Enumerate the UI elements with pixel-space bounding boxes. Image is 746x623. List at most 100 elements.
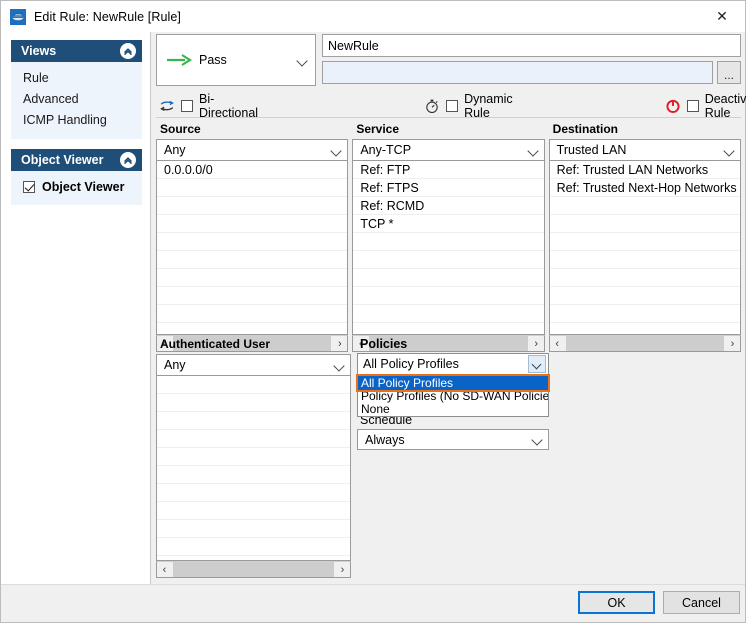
policies-schedule-column: Policies All Policy Profiles All Policy …	[355, 337, 741, 578]
list-item[interactable]	[157, 376, 350, 394]
list-item[interactable]: Ref: Trusted LAN Networks	[549, 161, 740, 179]
sidebar-item-icmp-handling[interactable]: ICMP Handling	[11, 110, 142, 131]
window-title: Edit Rule: NewRule [Rule]	[34, 9, 182, 24]
chevron-down-icon[interactable]	[528, 355, 546, 373]
list-item[interactable]: Ref: RCMD	[353, 197, 544, 215]
list-item[interactable]	[549, 197, 740, 215]
list-item[interactable]	[157, 520, 350, 538]
service-select[interactable]: Any-TCP	[352, 139, 545, 161]
list-item[interactable]: 0.0.0.0/0	[157, 161, 348, 179]
close-icon[interactable]: ✕	[699, 1, 745, 32]
object-viewer-checkbox[interactable]	[23, 181, 35, 193]
list-item[interactable]	[353, 269, 544, 287]
rule-name-input[interactable]: NewRule	[322, 34, 741, 57]
dialog-footer: OK Cancel	[1, 584, 745, 622]
scroll-left-icon[interactable]: ‹	[157, 562, 172, 577]
deactivate-rule-group[interactable]: Deactivate Rule	[665, 92, 746, 120]
list-item[interactable]	[353, 287, 544, 305]
list-item[interactable]	[157, 287, 348, 305]
sidebar-item-advanced[interactable]: Advanced	[11, 89, 142, 110]
dynamic-rule-checkbox[interactable]	[446, 99, 459, 112]
list-item[interactable]	[353, 251, 544, 269]
list-item[interactable]	[549, 305, 740, 323]
chevron-down-icon[interactable]	[531, 433, 544, 446]
list-item[interactable]	[157, 305, 348, 323]
service-listbox[interactable]: Ref: FTP Ref: FTPS Ref: RCMD TCP *	[352, 161, 545, 335]
object-viewer-checkbox-row[interactable]: Object Viewer	[11, 177, 142, 197]
dynamic-rule-label: Dynamic Rule	[464, 91, 513, 120]
deactivate-rule-checkbox[interactable]	[686, 99, 699, 112]
chevron-down-icon[interactable]	[333, 359, 346, 372]
list-item[interactable]	[157, 197, 348, 215]
list-item[interactable]	[157, 269, 348, 287]
source-select-value: Any	[164, 143, 186, 157]
chevron-up-icon[interactable]	[120, 152, 136, 168]
schedule-block: Schedule Always	[357, 413, 741, 450]
service-column: Service Any-TCP Ref: FTP Ref: FTPS Ref: …	[352, 122, 545, 352]
policies-select[interactable]: All Policy Profiles	[357, 353, 549, 375]
list-item[interactable]	[549, 287, 740, 305]
list-item[interactable]	[157, 233, 348, 251]
deactivate-rule-label: Deactivate Rule	[704, 91, 746, 120]
schedule-select[interactable]: Always	[357, 429, 549, 450]
cancel-button[interactable]: Cancel	[663, 591, 740, 614]
pane-object-viewer-header[interactable]: Object Viewer	[11, 149, 142, 171]
list-item[interactable]	[157, 466, 350, 484]
destination-select-value: Trusted LAN	[556, 143, 627, 157]
list-item[interactable]: Ref: FTPS	[353, 179, 544, 197]
list-item[interactable]	[157, 538, 350, 556]
pane-views-header[interactable]: Views	[11, 40, 142, 62]
list-item[interactable]	[549, 215, 740, 233]
authenticated-user-listbox[interactable]	[156, 376, 351, 561]
bi-directional-checkbox[interactable]	[181, 99, 193, 112]
authenticated-user-hscrollbar[interactable]: ‹ ›	[156, 561, 351, 578]
browse-button[interactable]: ...	[717, 61, 741, 84]
pane-views-body: Rule Advanced ICMP Handling	[11, 62, 142, 139]
list-item[interactable]	[157, 430, 350, 448]
destination-select[interactable]: Trusted LAN	[548, 139, 741, 161]
list-item[interactable]	[157, 502, 350, 520]
source-listbox[interactable]: 0.0.0.0/0	[156, 161, 349, 335]
list-item[interactable]	[157, 251, 348, 269]
list-item[interactable]	[157, 394, 350, 412]
green-right-arrow-icon	[166, 53, 193, 67]
list-item[interactable]	[157, 448, 350, 466]
destination-listbox[interactable]: Ref: Trusted LAN Networks Ref: Trusted N…	[548, 161, 741, 335]
dialog-content: Views Rule Advanced ICMP Handling Object…	[1, 32, 746, 584]
list-item[interactable]	[157, 215, 348, 233]
dropdown-option-none[interactable]: None	[358, 403, 548, 416]
list-item[interactable]: Ref: FTP	[353, 161, 544, 179]
dropdown-option-policy-profiles-no-sdwan[interactable]: Policy Profiles (No SD-WAN Policies)	[358, 390, 548, 403]
list-item[interactable]	[549, 251, 740, 269]
chevron-down-icon[interactable]	[723, 144, 736, 157]
list-item[interactable]: TCP *	[353, 215, 544, 233]
chevron-down-icon[interactable]	[296, 54, 309, 67]
pane-object-viewer: Object Viewer Object Viewer	[11, 149, 142, 205]
chevron-up-icon[interactable]	[120, 43, 136, 59]
scroll-thumb[interactable]	[173, 562, 334, 577]
bi-directional-group[interactable]: Bi-Directional	[159, 92, 258, 120]
scroll-right-icon[interactable]: ›	[335, 562, 350, 577]
ok-button[interactable]: OK	[578, 591, 655, 614]
list-item[interactable]	[157, 412, 350, 430]
list-item[interactable]	[157, 484, 350, 502]
policies-dropdown-list[interactable]: All Policy Profiles Policy Profiles (No …	[356, 374, 550, 417]
chevron-down-icon[interactable]	[330, 144, 343, 157]
list-item[interactable]	[157, 179, 348, 197]
bi-directional-label: Bi-Directional	[199, 91, 259, 120]
destination-column: Destination Trusted LAN Ref: Trusted LAN…	[548, 122, 741, 352]
authenticated-user-select[interactable]: Any	[156, 354, 351, 376]
chevron-down-icon[interactable]	[527, 144, 540, 157]
dropdown-option-all-policy-profiles[interactable]: All Policy Profiles	[356, 374, 550, 392]
rule-description-input[interactable]	[322, 61, 713, 84]
list-item[interactable]	[549, 233, 740, 251]
dynamic-rule-group[interactable]: Dynamic Rule	[424, 92, 513, 120]
source-select[interactable]: Any	[156, 139, 349, 161]
rule-action-select[interactable]: Pass	[156, 34, 316, 86]
list-item[interactable]: Ref: Trusted Next-Hop Networks	[549, 179, 740, 197]
list-item[interactable]	[549, 269, 740, 287]
list-item[interactable]	[353, 233, 544, 251]
authenticated-user-title: Authenticated User	[160, 337, 271, 351]
list-item[interactable]	[353, 305, 544, 323]
sidebar-item-rule[interactable]: Rule	[11, 68, 142, 89]
